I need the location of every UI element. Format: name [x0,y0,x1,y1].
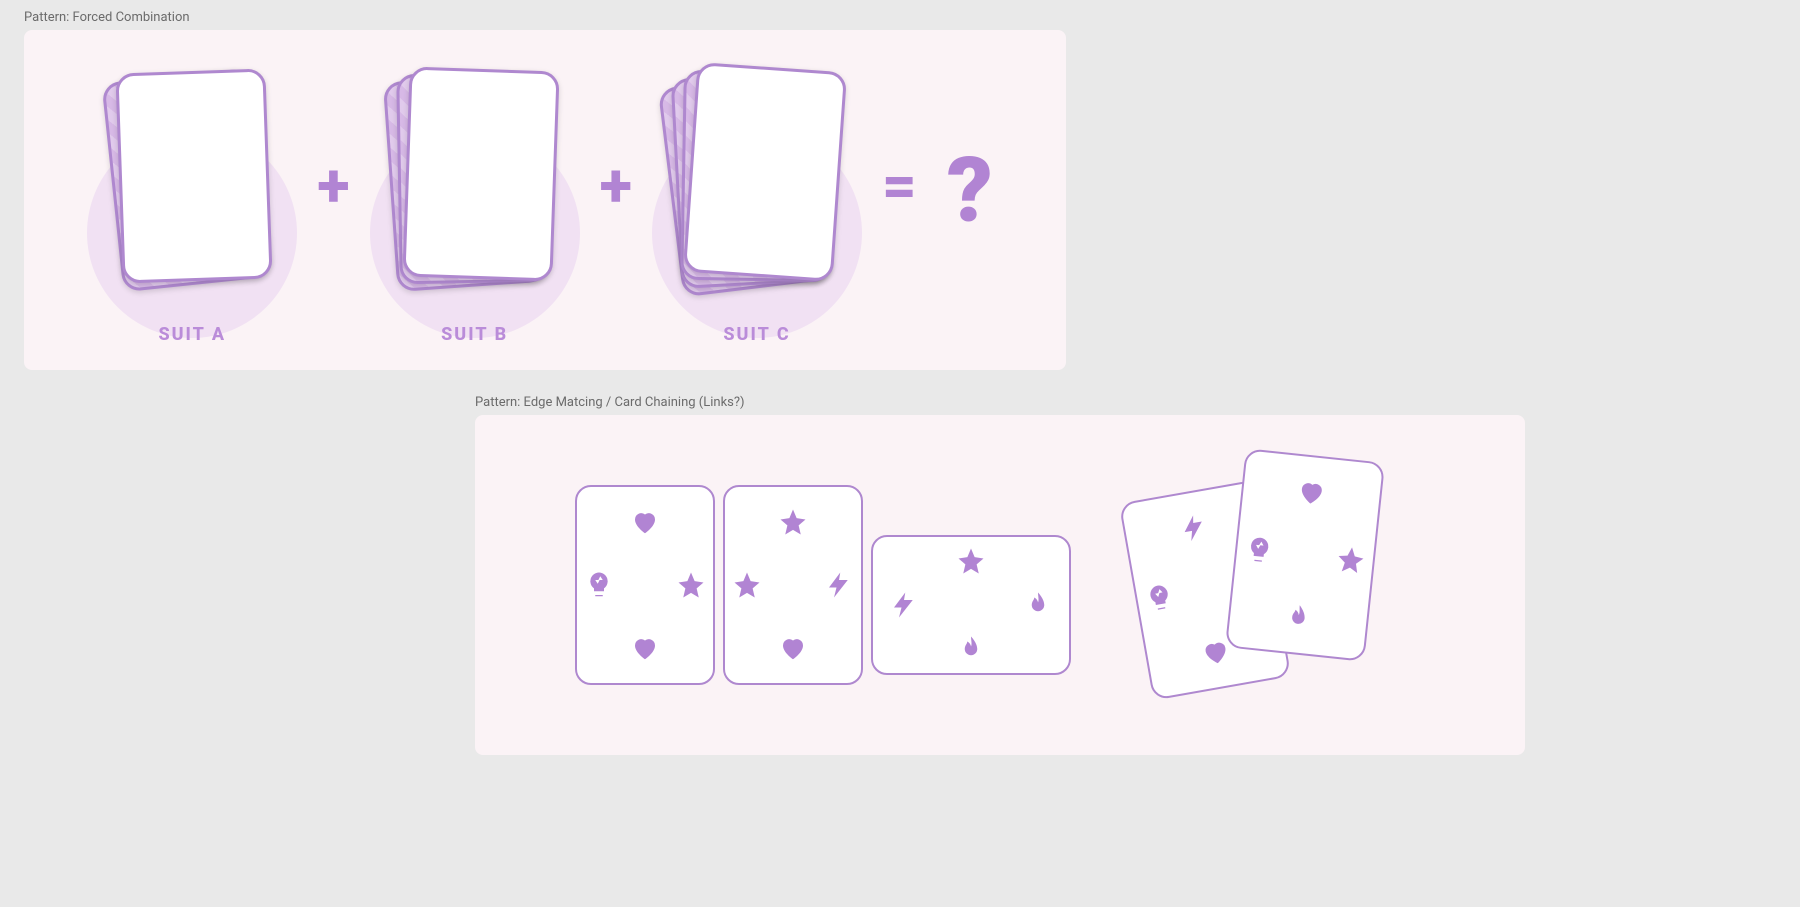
card-front [402,66,559,281]
heart-icon [630,507,660,537]
bolt-icon [824,570,854,600]
pile-label: SUIT C [662,324,852,345]
heart-icon [630,633,660,663]
card-pile-a: SUIT A [97,65,287,345]
panel-title: Pattern: Edge Matcing / Card Chaining (L… [475,395,745,410]
bolt-icon [889,590,919,620]
flame-icon [1282,601,1315,634]
bulb-icon [1142,581,1177,616]
chain-card [871,535,1071,675]
card-front [116,68,273,283]
star-icon [956,546,986,576]
overlap-card-group [1135,455,1435,715]
chain-card [723,485,863,685]
card-front [683,62,847,282]
result-question-mark: ? [947,138,993,243]
overlap-card [1225,448,1385,662]
edge-matching-panel: Pattern: Edge Matcing / Card Chaining (L… [475,415,1525,755]
plus-operator: + [600,150,632,221]
star-icon [1334,543,1367,576]
bolt-icon [1177,511,1212,546]
star-icon [732,570,762,600]
forced-combination-panel: Pattern: Forced Combination SUIT A + SUI… [24,30,1066,370]
star-icon [676,570,706,600]
panel-title: Pattern: Forced Combination [24,10,190,25]
chain-card [575,485,715,685]
combination-row: SUIT A + SUIT B + SUIT C = ? [24,30,1066,370]
plus-operator: + [317,150,349,221]
bulb-icon [1243,534,1276,567]
pile-label: SUIT A [97,324,287,345]
card-chain-row [475,415,1525,755]
flame-icon [956,634,986,664]
flame-icon [1023,590,1053,620]
card-pile-c: SUIT C [662,65,852,345]
bulb-icon [584,570,614,600]
card-pile-b: SUIT B [380,65,570,345]
star-icon [778,507,808,537]
equals-operator: = [882,150,917,221]
heart-icon [1295,476,1328,509]
pile-label: SUIT B [380,324,570,345]
heart-icon [778,633,808,663]
